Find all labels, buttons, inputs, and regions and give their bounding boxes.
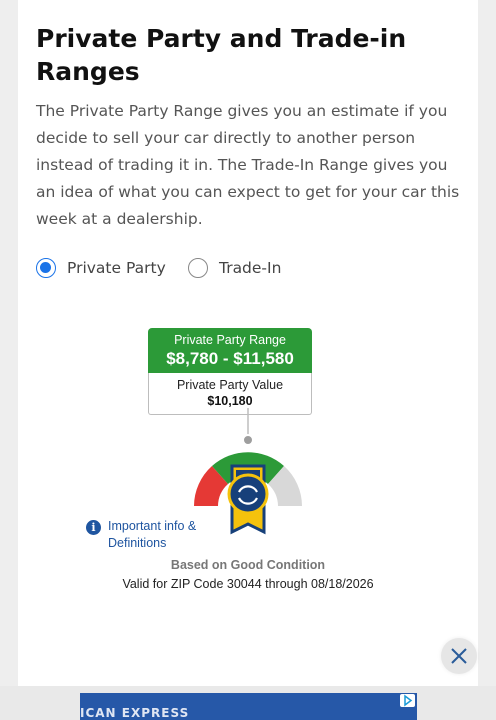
important-info-label[interactable]: Important info & Definitions xyxy=(108,518,198,552)
ad-banner-bar: ICAN EXPRESS xyxy=(0,686,496,720)
trade-in-label: Trade-In xyxy=(219,259,282,277)
condition-text: Based on Good Condition xyxy=(170,558,326,572)
ad-text: ICAN EXPRESS xyxy=(80,706,190,720)
ad-banner[interactable]: ICAN EXPRESS xyxy=(80,693,417,720)
value-label: Private Party Value xyxy=(176,378,284,392)
close-button[interactable] xyxy=(441,638,477,674)
gauge-pointer-dot xyxy=(242,434,254,446)
range-label: Private Party Range xyxy=(174,333,286,347)
private-party-label: Private Party xyxy=(67,259,166,277)
validity-text: Valid for ZIP Code 30044 through 08/18/2… xyxy=(122,577,374,591)
info-icon: i xyxy=(86,520,101,535)
close-icon xyxy=(451,648,467,664)
range-value: $8,780 - $11,580 xyxy=(166,349,294,368)
private-party-option[interactable]: Private Party xyxy=(36,258,166,278)
trade-in-option[interactable]: Trade-In xyxy=(188,258,281,278)
kbb-badge-icon xyxy=(227,464,269,535)
ad-choices-icon[interactable] xyxy=(400,694,415,707)
important-info-link[interactable]: i Important info & Definitions xyxy=(86,518,198,552)
range-header: Private Party Range $8,780 - $11,580 xyxy=(148,328,312,373)
section-description: The Private Party Range gives you an est… xyxy=(36,102,460,228)
section-title: Private Party and Trade-in Ranges xyxy=(36,24,407,86)
value-amount: $10,180 xyxy=(207,394,253,408)
trade-in-radio[interactable] xyxy=(188,258,208,278)
private-party-radio[interactable] xyxy=(36,258,56,278)
range-callout: Private Party Range $8,780 - $11,580 Pri… xyxy=(148,328,312,415)
